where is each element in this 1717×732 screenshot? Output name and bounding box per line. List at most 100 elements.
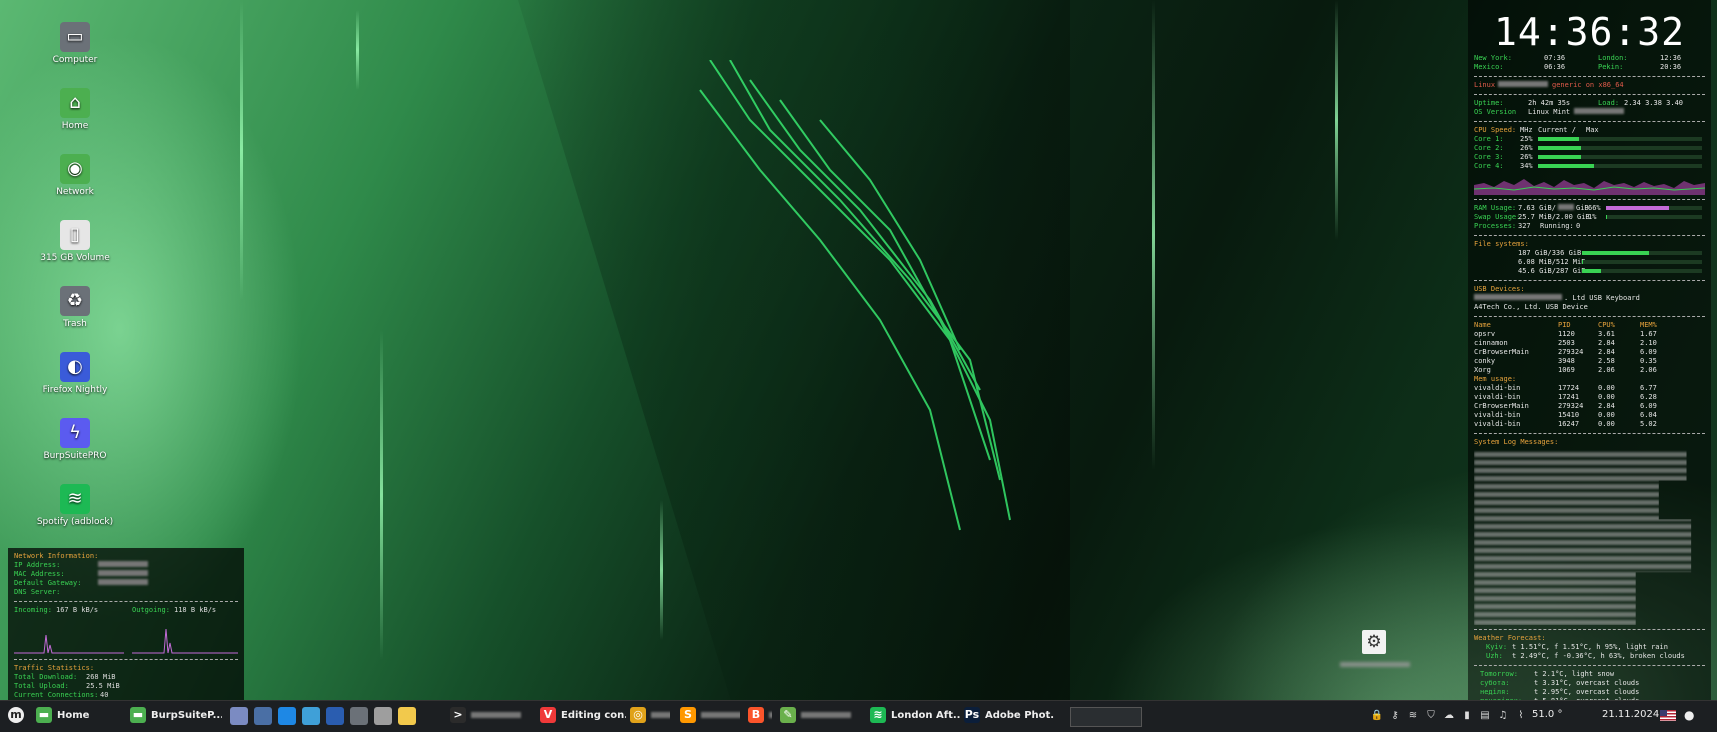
- calculator-icon[interactable]: [350, 707, 368, 725]
- mail-icon[interactable]: [230, 707, 248, 725]
- process-mem: 6.09: [1640, 402, 1657, 410]
- menu-button[interactable]: m: [8, 705, 29, 727]
- computer-icon: ▭: [60, 22, 90, 52]
- process-row: conky 3948 2.58 0.35: [1474, 357, 1705, 366]
- wallpaper-streak: [660, 500, 663, 640]
- mendeley-icon[interactable]: [398, 707, 416, 725]
- process-pid: 279324: [1558, 402, 1584, 410]
- processes-value: 327: [1518, 222, 1531, 230]
- key-icon[interactable]: ⚷: [1388, 709, 1402, 723]
- desktop-icon[interactable]: ϟ BurpSuitePRO: [36, 418, 114, 461]
- taskbar-window-button[interactable]: ▬ Home: [36, 705, 124, 727]
- battery-icon[interactable]: ▮: [1460, 709, 1474, 723]
- world-clock-row: Mexico: 06:36 Pekin: 20:36: [1474, 63, 1705, 72]
- world-clock-row: New York: 07:36 London: 12:36: [1474, 54, 1705, 63]
- clipboard-icon[interactable]: ▤: [1478, 709, 1492, 723]
- proc-header-cpu: CPU%: [1598, 321, 1615, 329]
- network-info-row: IP Address:: [14, 561, 238, 570]
- process-mem: 6.28: [1640, 393, 1657, 401]
- process-name: vivaldi-bin: [1474, 393, 1521, 401]
- taskbar-window-button[interactable]: ✎: [780, 705, 860, 727]
- process-row: vivaldi-bin 17724 0.00 6.77: [1474, 384, 1705, 393]
- chrome-icon: ◎: [630, 707, 646, 723]
- vmware-icon[interactable]: [302, 707, 320, 725]
- taskbar-window-button[interactable]: ◎: [630, 705, 670, 727]
- taskbar-window-button[interactable]: Ps Adobe Phot...: [964, 705, 1054, 727]
- photoshop-icon: Ps: [964, 707, 980, 723]
- shield-icon[interactable]: ⛉: [1424, 709, 1438, 723]
- taskbar-window-button[interactable]: S: [680, 705, 740, 727]
- process-name: vivaldi-bin: [1474, 384, 1521, 392]
- forecast-day: неділя:: [1480, 688, 1510, 696]
- core-value: 26%: [1520, 153, 1533, 161]
- desktop-icon[interactable]: ◐ Firefox Nightly: [36, 352, 114, 395]
- wallpaper-streak: [356, 10, 359, 90]
- firefox-icon: ◐: [60, 352, 90, 382]
- folder-icon: ▬: [130, 707, 146, 723]
- desktop-icon[interactable]: ≋ Spotify (adblock): [36, 484, 114, 527]
- filesystem-bar: [1582, 260, 1702, 264]
- process-row: CrBrowserMain 279324 2.84 6.09: [1474, 402, 1705, 411]
- proc-header-mem: MEM%: [1640, 321, 1657, 329]
- uptime-value: 2h 42m 35s: [1528, 99, 1571, 107]
- taskbar-window-button[interactable]: V Editing con...: [540, 705, 626, 727]
- process-mem: 6.09: [1640, 348, 1657, 356]
- forecast-day: Tomorrow:: [1480, 670, 1518, 678]
- os-label: OS Version: [1474, 108, 1517, 116]
- network-info-value: [98, 561, 148, 567]
- spotify-tray-icon[interactable]: ≋: [1406, 709, 1420, 723]
- network-info-label: Default Gateway:: [14, 579, 82, 587]
- process-cpu: 2.58: [1598, 357, 1615, 365]
- taskbar-window-button[interactable]: ≋ London Aft...: [870, 705, 960, 727]
- desktop-icon[interactable]: ◉ Network: [36, 154, 114, 197]
- wallpaper-streak: [240, 0, 243, 300]
- desktop-icon[interactable]: ▭ Computer: [36, 22, 114, 65]
- desktop-icon[interactable]: ⌂ Home: [36, 88, 114, 131]
- core-row: Core 4: 34%: [1474, 162, 1705, 171]
- taskbar-window-button[interactable]: >: [450, 705, 530, 727]
- music-icon[interactable]: ♫: [1496, 709, 1510, 723]
- flag-icon[interactable]: [1660, 710, 1676, 721]
- filesystems-label: File systems:: [1474, 240, 1529, 248]
- taskbar: m ▬ Home ▬ BurpSuiteP... > V Editing con... ◎ S B…: [0, 700, 1717, 732]
- proc-header-pid: PID: [1558, 321, 1571, 329]
- weather-label: Weather Forecast:: [1474, 634, 1546, 642]
- forecast-row: неділя: t 2.95°C, overcast clouds: [1474, 688, 1705, 697]
- filesystem-value: 187 GiB/336 GiB: [1518, 249, 1582, 257]
- user-icon[interactable]: ●: [1684, 708, 1694, 722]
- filesystem-value: 6.08 MiB/512 MiB: [1518, 258, 1586, 266]
- core-row: Core 2: 26%: [1474, 144, 1705, 153]
- satellite-icon[interactable]: [374, 707, 392, 725]
- network-title: Network Information:: [14, 552, 99, 560]
- desktop-icon-label: Trash: [63, 319, 87, 329]
- cloud-icon[interactable]: ☁: [1442, 709, 1456, 723]
- firefox-launcher-icon[interactable]: [326, 707, 344, 725]
- date-readout[interactable]: 21.11.2024: [1602, 709, 1659, 720]
- clock-city: New York:: [1474, 54, 1512, 62]
- workspace-switcher[interactable]: [1070, 707, 1142, 727]
- process-pid: 3948: [1558, 357, 1575, 365]
- process-cpu: 0.00: [1598, 420, 1615, 428]
- drive-icon: ▯: [60, 220, 90, 250]
- usb-device-2: A4Tech Co., Ltd. USB Device: [1474, 303, 1588, 311]
- network-info-row: MAC Address:: [14, 570, 238, 579]
- process-pid: 17724: [1558, 384, 1580, 392]
- desktop-icon[interactable]: ▯ 315 GB Volume: [36, 220, 114, 263]
- clock-time: 20:36: [1660, 63, 1682, 71]
- network-info-label: MAC Address:: [14, 570, 65, 578]
- incoming-label: Incoming:: [14, 606, 52, 614]
- taskbar-window-button[interactable]: ▬ BurpSuiteP...: [130, 705, 222, 727]
- taskbar-window-button[interactable]: B: [748, 705, 772, 727]
- vscode-icon[interactable]: [278, 707, 296, 725]
- translate-icon[interactable]: [254, 707, 272, 725]
- folder-icon: ▬: [36, 707, 52, 723]
- process-name: Xorg: [1474, 366, 1491, 374]
- desktop-icon[interactable]: ♻ Trash: [36, 286, 114, 329]
- lock-icon[interactable]: 🔒: [1370, 709, 1384, 723]
- connections-value: 40: [100, 691, 109, 699]
- desktop: ▭ Computer ⌂ Home ◉ Network ▯ 315 GB Volume ♻ Tra…: [0, 0, 1717, 731]
- process-row: vivaldi-bin 17241 0.00 6.28: [1474, 393, 1705, 402]
- temperature-readout[interactable]: 51.0 °: [1532, 709, 1562, 720]
- thermometer-icon[interactable]: ⌇: [1514, 709, 1528, 723]
- desklet-settings-icon[interactable]: ⚙: [1362, 630, 1386, 654]
